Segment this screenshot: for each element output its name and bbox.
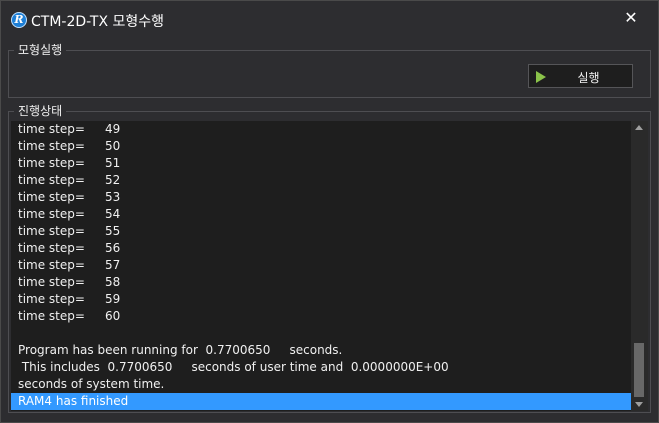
step-label: time step=: [18, 207, 85, 221]
step-label: time step=: [18, 139, 85, 153]
step-label: time step=: [18, 122, 85, 136]
step-value: 51: [105, 156, 121, 170]
window-title: CTM-2D-TX 모형수행: [31, 14, 165, 30]
title-bar[interactable]: R CTM-2D-TX 모형수행 ✕: [1, 1, 658, 37]
log-line-system-time[interactable]: seconds of system time.: [11, 376, 631, 393]
log-line[interactable]: time step= 49: [11, 121, 631, 138]
close-icon: ✕: [624, 8, 638, 27]
step-value: 49: [105, 122, 121, 136]
step-label: time step=: [18, 173, 85, 187]
step-label: time step=: [18, 275, 85, 289]
step-value: 50: [105, 139, 121, 153]
log-line-finished[interactable]: RAM4 has finished: [11, 393, 631, 410]
scrollbar-thumb[interactable]: [634, 343, 644, 397]
log-line[interactable]: time step= 52: [11, 172, 631, 189]
step-label: time step=: [18, 292, 85, 306]
log-line[interactable]: time step= 53: [11, 189, 631, 206]
step-value: 54: [105, 207, 121, 221]
step-value: 53: [105, 190, 121, 204]
run-group-label: 모형실행: [14, 41, 67, 58]
scroll-down-icon[interactable]: [635, 402, 643, 407]
log-line[interactable]: time step= 57: [11, 257, 631, 274]
log-line-runtime[interactable]: Program has been running for 0.7700650 s…: [11, 342, 631, 359]
app-logo-icon: R: [11, 12, 27, 28]
step-value: 56: [105, 241, 121, 255]
close-button[interactable]: ✕: [622, 9, 640, 27]
step-value: 59: [105, 292, 121, 306]
log-line-user-time[interactable]: This includes 0.7700650 seconds of user …: [11, 359, 631, 376]
log-line[interactable]: time step= 59: [11, 291, 631, 308]
log-line[interactable]: time step= 55: [11, 223, 631, 240]
step-value: 55: [105, 224, 121, 238]
step-label: time step=: [18, 309, 85, 323]
vertical-scrollbar[interactable]: [631, 121, 648, 411]
step-label: time step=: [18, 224, 85, 238]
step-label: time step=: [18, 258, 85, 272]
log-line[interactable]: time step= 54: [11, 206, 631, 223]
step-value: 57: [105, 258, 121, 272]
log-line[interactable]: time step= 56: [11, 240, 631, 257]
step-label: time step=: [18, 190, 85, 204]
log-line[interactable]: time step= 50: [11, 138, 631, 155]
run-button[interactable]: 실행: [528, 64, 633, 88]
step-label: time step=: [18, 156, 85, 170]
step-value: 52: [105, 173, 121, 187]
step-value: 58: [105, 275, 121, 289]
log-line[interactable]: time step= 60: [11, 308, 631, 325]
progress-group-label: 진행상태: [14, 102, 67, 119]
step-label: time step=: [18, 241, 85, 255]
log-line[interactable]: time step= 51: [11, 155, 631, 172]
step-value: 60: [105, 309, 121, 323]
scroll-up-icon[interactable]: [635, 125, 643, 130]
run-button-label: 실행: [577, 71, 600, 85]
log-listbox[interactable]: time step= 49 time step= 50 time step= 51 t…: [11, 121, 631, 411]
log-line[interactable]: time step= 58: [11, 274, 631, 291]
